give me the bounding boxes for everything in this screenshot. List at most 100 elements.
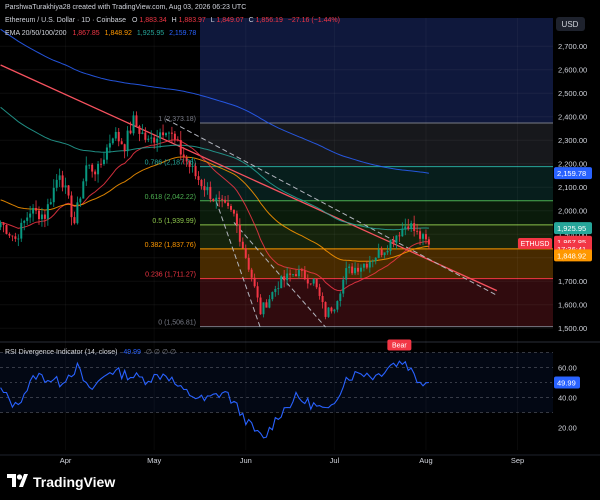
candle-body[interactable] bbox=[345, 268, 348, 280]
candle-body[interactable] bbox=[67, 185, 70, 196]
candle-body[interactable] bbox=[218, 197, 221, 199]
candle-body[interactable] bbox=[123, 144, 126, 152]
candle-body[interactable] bbox=[422, 234, 425, 239]
candle-body[interactable] bbox=[404, 226, 407, 229]
candle-body[interactable] bbox=[271, 292, 274, 300]
candle-body[interactable] bbox=[97, 163, 100, 175]
candle-body[interactable] bbox=[209, 186, 212, 199]
candle-body[interactable] bbox=[407, 226, 410, 229]
candle-body[interactable] bbox=[132, 115, 135, 134]
candle-body[interactable] bbox=[330, 307, 333, 312]
candle-body[interactable] bbox=[114, 131, 117, 139]
candle-body[interactable] bbox=[259, 297, 262, 315]
candle-body[interactable] bbox=[303, 270, 306, 280]
candle-body[interactable] bbox=[197, 176, 200, 181]
candle-body[interactable] bbox=[336, 301, 339, 310]
candle-body[interactable] bbox=[150, 137, 153, 139]
candle-body[interactable] bbox=[26, 217, 29, 221]
candle-body[interactable] bbox=[40, 214, 43, 220]
candle-body[interactable] bbox=[117, 131, 120, 142]
candle-body[interactable] bbox=[351, 266, 354, 274]
candle-body[interactable] bbox=[159, 132, 162, 139]
candle-body[interactable] bbox=[395, 235, 398, 243]
candle-body[interactable] bbox=[362, 263, 365, 268]
candle-body[interactable] bbox=[232, 209, 235, 214]
candle-body[interactable] bbox=[49, 202, 52, 205]
candle-body[interactable] bbox=[212, 198, 215, 201]
candle-body[interactable] bbox=[250, 269, 253, 278]
candle-body[interactable] bbox=[76, 202, 79, 224]
candle-body[interactable] bbox=[173, 133, 176, 140]
candle-body[interactable] bbox=[120, 141, 123, 145]
candle-body[interactable] bbox=[17, 238, 20, 240]
candle-body[interactable] bbox=[401, 228, 404, 237]
candle-body[interactable] bbox=[327, 307, 330, 317]
candle-body[interactable] bbox=[277, 288, 280, 289]
candle-body[interactable] bbox=[289, 273, 292, 275]
candle-body[interactable] bbox=[359, 267, 362, 272]
rsi-legend[interactable]: RSI Divergence Indicator (14, close) 49.… bbox=[5, 349, 176, 356]
candle-body[interactable] bbox=[283, 276, 286, 281]
candle-body[interactable] bbox=[297, 270, 300, 277]
candle-body[interactable] bbox=[73, 217, 76, 224]
candle-body[interactable] bbox=[265, 302, 268, 308]
candle-body[interactable] bbox=[315, 278, 318, 288]
candle-body[interactable] bbox=[419, 231, 422, 239]
candle-body[interactable] bbox=[371, 260, 374, 262]
candle-body[interactable] bbox=[274, 288, 277, 293]
candle-body[interactable] bbox=[368, 261, 371, 268]
candle-body[interactable] bbox=[111, 138, 114, 144]
candle-body[interactable] bbox=[167, 132, 170, 134]
candle-body[interactable] bbox=[135, 115, 138, 127]
candle-body[interactable] bbox=[235, 213, 238, 225]
candle-body[interactable] bbox=[35, 207, 38, 211]
candle-body[interactable] bbox=[91, 164, 94, 172]
candle-body[interactable] bbox=[20, 222, 23, 239]
candle-body[interactable] bbox=[102, 159, 105, 165]
candle-body[interactable] bbox=[294, 274, 297, 277]
candle-body[interactable] bbox=[82, 181, 85, 199]
candle-body[interactable] bbox=[380, 249, 383, 256]
candle-body[interactable] bbox=[55, 179, 58, 188]
candle-body[interactable] bbox=[280, 276, 283, 289]
candle-body[interactable] bbox=[88, 164, 91, 166]
candle-body[interactable] bbox=[333, 309, 336, 312]
candle-body[interactable] bbox=[14, 236, 17, 239]
candle-body[interactable] bbox=[0, 222, 2, 228]
candle-body[interactable] bbox=[141, 132, 144, 134]
candle-body[interactable] bbox=[100, 163, 103, 165]
candle-body[interactable] bbox=[424, 234, 427, 240]
candle-body[interactable] bbox=[200, 180, 203, 187]
candle-body[interactable] bbox=[357, 267, 360, 272]
candle-body[interactable] bbox=[153, 137, 156, 143]
candle-body[interactable] bbox=[147, 138, 150, 140]
candle-body[interactable] bbox=[386, 250, 389, 253]
candle-body[interactable] bbox=[256, 286, 259, 298]
candle-body[interactable] bbox=[300, 270, 303, 271]
candle-body[interactable] bbox=[365, 263, 368, 268]
candle-body[interactable] bbox=[389, 239, 392, 251]
candle-body[interactable] bbox=[342, 279, 345, 294]
candle-body[interactable] bbox=[126, 130, 129, 152]
candle-body[interactable] bbox=[37, 210, 40, 220]
candle-body[interactable] bbox=[224, 199, 227, 203]
candle-body[interactable] bbox=[229, 205, 232, 210]
candle-body[interactable] bbox=[374, 257, 377, 261]
candle-body[interactable] bbox=[129, 130, 132, 134]
candle-body[interactable] bbox=[247, 257, 250, 270]
candle-body[interactable] bbox=[144, 132, 147, 140]
candle-body[interactable] bbox=[11, 235, 14, 237]
candle-body[interactable] bbox=[292, 274, 295, 275]
candle-body[interactable] bbox=[64, 185, 67, 188]
candle-body[interactable] bbox=[170, 132, 173, 134]
candle-body[interactable] bbox=[392, 239, 395, 243]
candle-body[interactable] bbox=[324, 302, 327, 317]
candle-body[interactable] bbox=[105, 147, 108, 160]
candle-body[interactable] bbox=[206, 186, 209, 191]
candle-body[interactable] bbox=[162, 132, 165, 136]
price-chart[interactable]: 0.786 (2,187.76) 0.618 (2,042.22) 0.5 (1,9… bbox=[0, 0, 600, 500]
candle-body[interactable] bbox=[176, 139, 179, 141]
candle-body[interactable] bbox=[165, 133, 168, 136]
candle-body[interactable] bbox=[377, 249, 380, 258]
fibonacci-retracement[interactable] bbox=[200, 18, 553, 328]
